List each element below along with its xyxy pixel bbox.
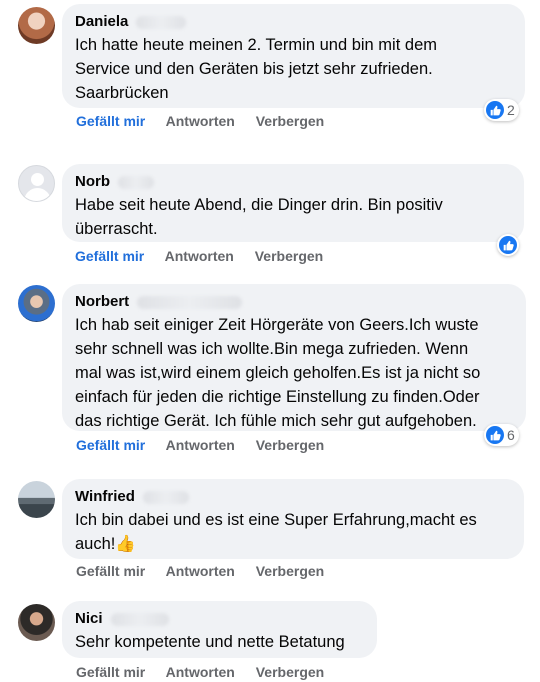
- reaction-number: 6: [507, 427, 515, 443]
- avatar[interactable]: [18, 481, 55, 518]
- default-avatar-body: [24, 188, 51, 201]
- comment-text: Sehr kompetente und nette Betatung: [75, 633, 345, 651]
- like-button[interactable]: Gefällt mir: [76, 437, 145, 453]
- default-avatar-head: [31, 173, 44, 186]
- comment-actions: Gefällt mir Antworten Verbergen: [76, 437, 341, 453]
- comment-bubble: Norb Habe seit heute Abend, die Dinger d…: [62, 164, 524, 242]
- reply-button[interactable]: Antworten: [166, 563, 235, 579]
- hide-button[interactable]: Verbergen: [256, 563, 324, 579]
- hide-button[interactable]: Verbergen: [255, 248, 323, 264]
- comment-text: Ich hab seit einiger Zeit Hörgeräte von …: [75, 316, 481, 430]
- thumbs-up-icon: [486, 101, 504, 119]
- comment-bubble: Daniela Ich hatte heute meinen 2. Termin…: [62, 4, 525, 108]
- redacted-surname: [136, 15, 187, 29]
- hide-button[interactable]: Verbergen: [256, 437, 324, 453]
- avatar[interactable]: [18, 285, 55, 322]
- thumbs-up-icon: [486, 426, 504, 444]
- avatar[interactable]: [18, 7, 55, 44]
- like-button[interactable]: Gefällt mir: [76, 113, 145, 129]
- comment-bubble: Winfried Ich bin dabei und es ist eine S…: [62, 479, 524, 559]
- redacted-surname: [137, 295, 243, 309]
- comment-actions: Gefällt mir Antworten Verbergen: [76, 563, 341, 579]
- reaction-count[interactable]: [497, 234, 519, 256]
- like-button[interactable]: Gefällt mir: [76, 664, 145, 680]
- comment-actions: Gefällt mir Antworten Verbergen: [76, 664, 341, 680]
- comment-actions: Gefällt mir Antworten Verbergen: [76, 113, 341, 129]
- commenter-name[interactable]: Daniela: [75, 12, 512, 31]
- redacted-surname: [110, 612, 169, 626]
- commenter-name[interactable]: Norb: [75, 172, 511, 191]
- reaction-number: 2: [507, 102, 515, 118]
- hide-button[interactable]: Verbergen: [256, 113, 324, 129]
- reply-button[interactable]: Antworten: [166, 437, 235, 453]
- thumbs-up-icon: [499, 236, 517, 254]
- comment-text: Ich bin dabei und es ist eine Super Erfa…: [75, 511, 477, 553]
- comment-bubble: Norbert Ich hab seit einiger Zeit Hörger…: [62, 284, 526, 431]
- comment-actions: Gefällt mir Antworten Verbergen: [75, 248, 340, 264]
- like-button[interactable]: Gefällt mir: [75, 248, 144, 264]
- hide-button[interactable]: Verbergen: [256, 664, 324, 680]
- reaction-count[interactable]: 6: [484, 424, 519, 446]
- redacted-surname: [142, 490, 189, 504]
- avatar[interactable]: [18, 165, 55, 202]
- like-button[interactable]: Gefällt mir: [76, 563, 145, 579]
- comment-bubble: Nici Sehr kompetente und nette Betatung: [62, 601, 377, 658]
- avatar[interactable]: [18, 604, 55, 641]
- comment-text: Ich hatte heute meinen 2. Termin und bin…: [75, 36, 437, 102]
- reply-button[interactable]: Antworten: [165, 248, 234, 264]
- comment-text: Habe seit heute Abend, die Dinger drin. …: [75, 196, 443, 238]
- reply-button[interactable]: Antworten: [166, 113, 235, 129]
- reaction-count[interactable]: 2: [484, 99, 519, 121]
- reply-button[interactable]: Antworten: [166, 664, 235, 680]
- commenter-name[interactable]: Winfried: [75, 487, 511, 506]
- redacted-surname: [118, 175, 154, 189]
- commenter-name[interactable]: Norbert: [75, 292, 513, 311]
- commenter-name[interactable]: Nici: [75, 609, 364, 628]
